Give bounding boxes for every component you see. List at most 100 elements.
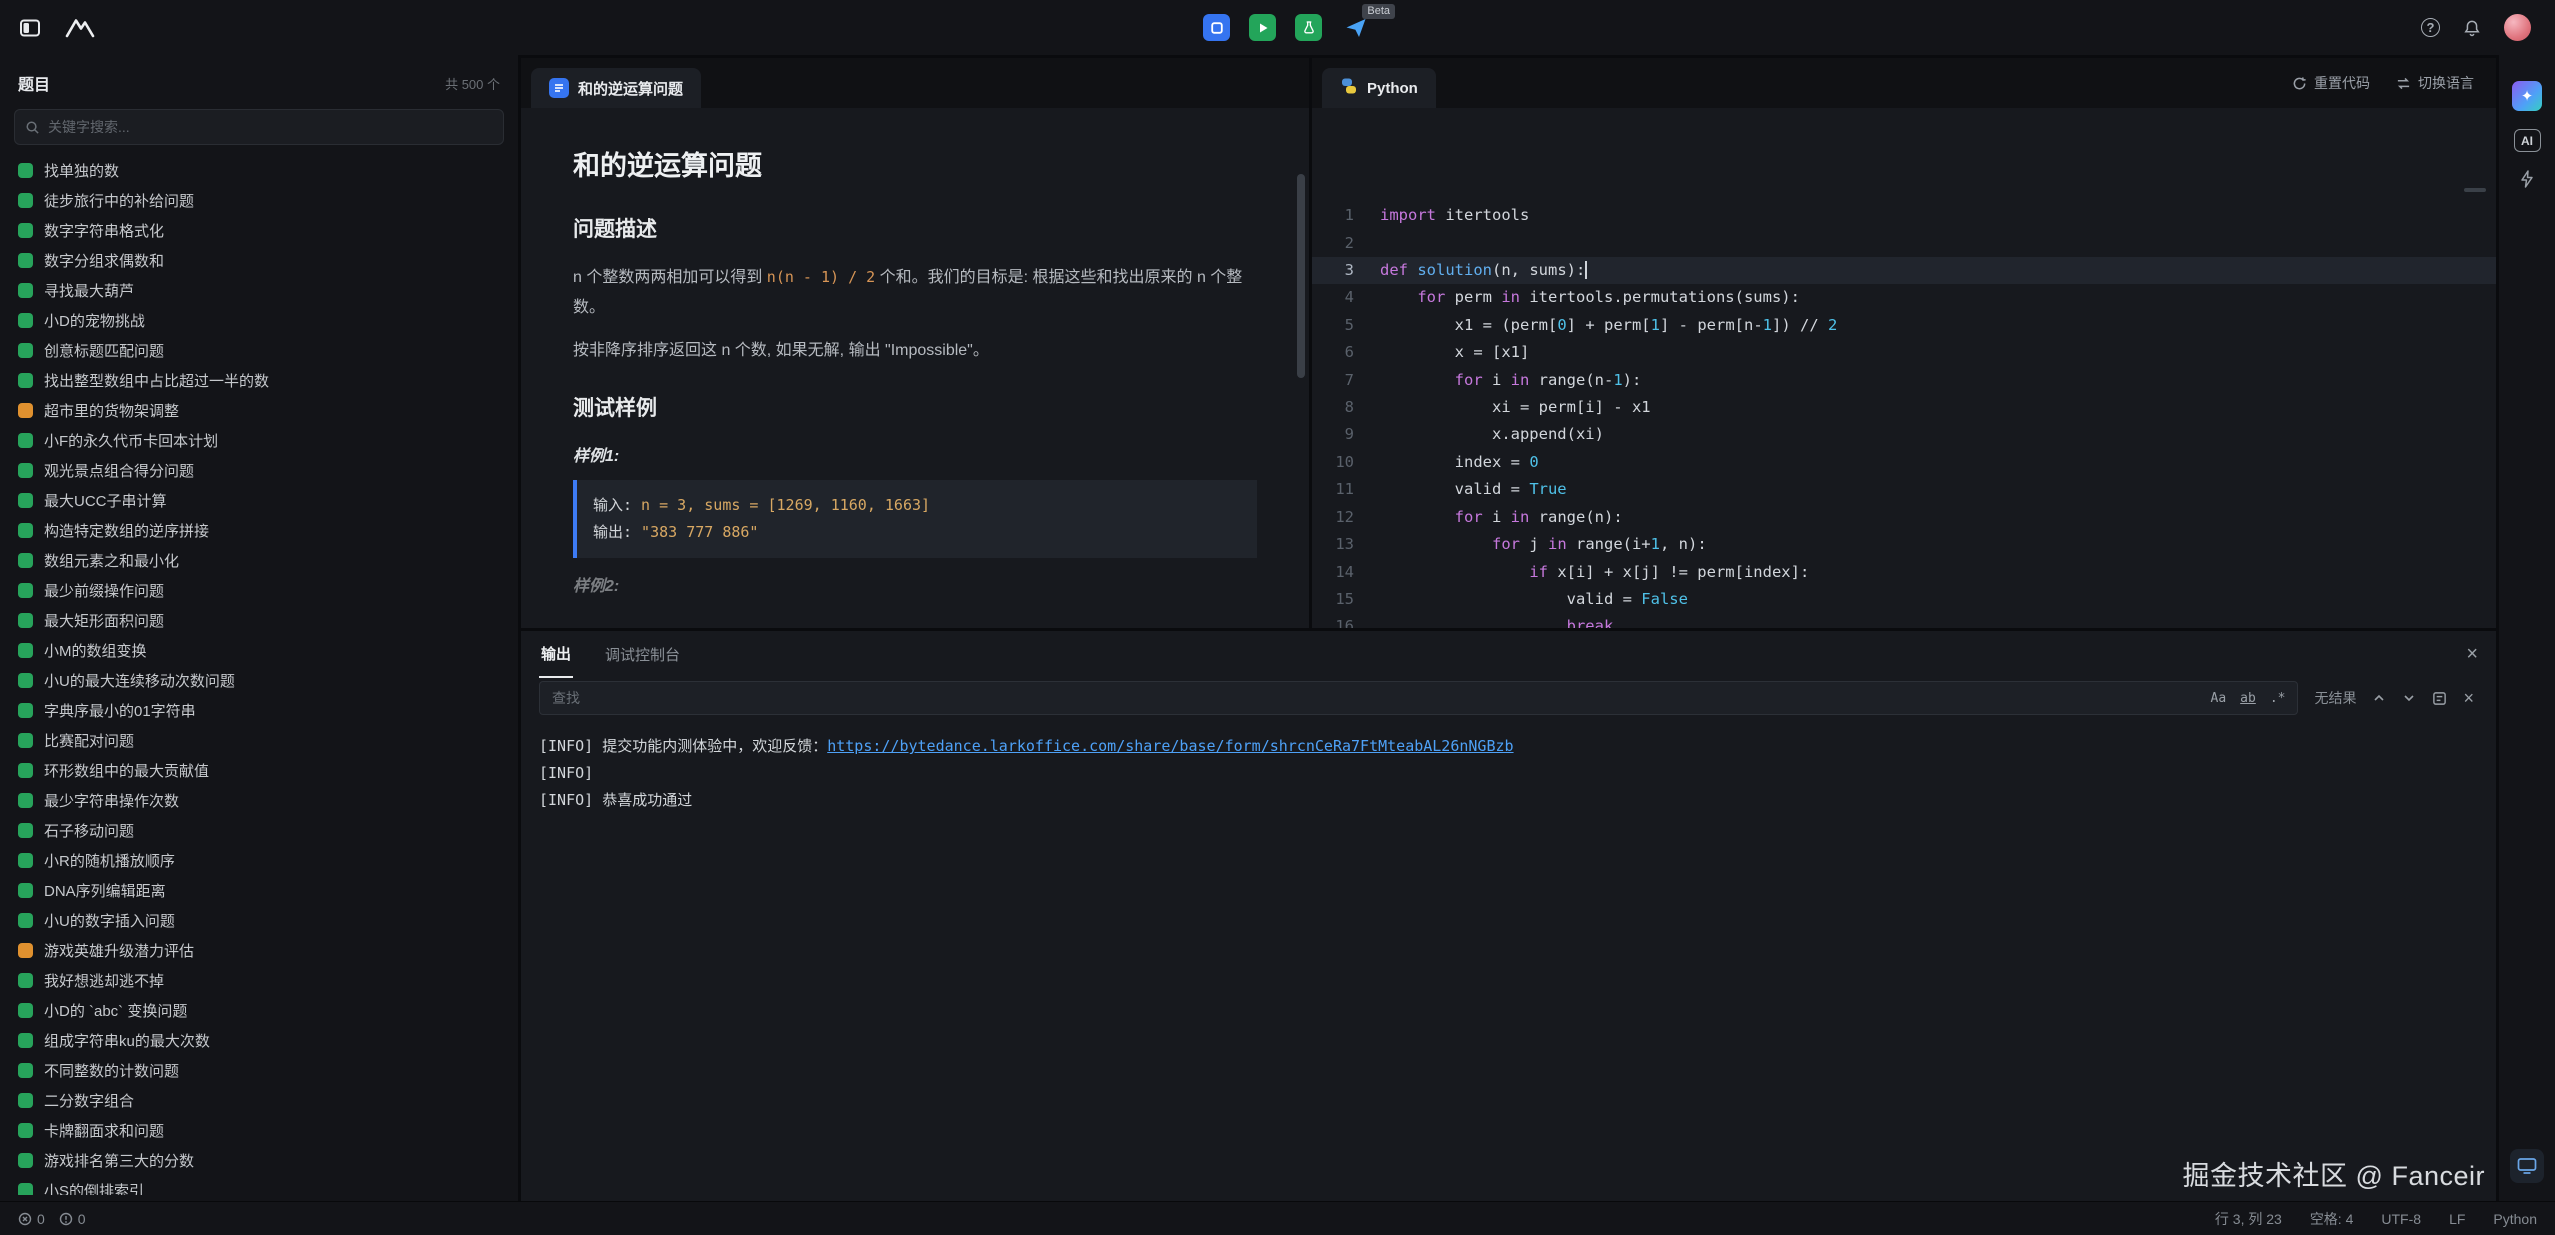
problem-item-label: 不同整数的计数问题 xyxy=(44,1060,179,1081)
code-line[interactable]: 12 for i in range(n): xyxy=(1312,504,2496,531)
match-case-toggle[interactable]: Aa xyxy=(2211,691,2227,706)
problem-list-item[interactable]: 小S的倒排索引 xyxy=(0,1175,518,1195)
code-line[interactable]: 8 xi = perm[i] - x1 xyxy=(1312,394,2496,421)
problem-list-item[interactable]: 找单独的数 xyxy=(0,155,518,185)
code-line[interactable]: 4 for perm in itertools.permutations(sum… xyxy=(1312,284,2496,311)
reset-code-button[interactable]: 重置代码 xyxy=(2292,73,2370,93)
close-find-icon[interactable]: × xyxy=(2463,688,2474,709)
debug-button[interactable] xyxy=(1203,14,1230,41)
help-icon[interactable]: ? xyxy=(2421,18,2440,37)
find-input[interactable] xyxy=(552,690,2197,706)
notifications-bell-icon[interactable] xyxy=(2462,18,2482,38)
problem-list-item[interactable]: 卡牌翻面求和问题 xyxy=(0,1115,518,1145)
problem-list-item[interactable]: 二分数字组合 xyxy=(0,1085,518,1115)
run-button[interactable] xyxy=(1249,14,1276,41)
code-line[interactable]: 10 index = 0 xyxy=(1312,449,2496,476)
problem-list-item[interactable]: 最少字符串操作次数 xyxy=(0,785,518,815)
find-previous-icon[interactable] xyxy=(2372,691,2386,705)
code-line[interactable]: 2 xyxy=(1312,230,2496,257)
whole-word-toggle[interactable]: ab xyxy=(2240,691,2256,706)
editor-code[interactable]: 1import itertools23def solution(n, sums)… xyxy=(1312,108,2496,628)
run-tests-button[interactable] xyxy=(1295,14,1322,41)
ai-assistant-icon[interactable]: ✦ xyxy=(2512,81,2542,111)
problem-list-item[interactable]: 游戏排名第三大的分数 xyxy=(0,1145,518,1175)
search-input[interactable] xyxy=(48,119,493,135)
close-panel-icon[interactable]: × xyxy=(2466,644,2478,664)
editor-scrollbar[interactable] xyxy=(2464,188,2486,192)
indentation-setting[interactable]: 空格: 4 xyxy=(2310,1209,2354,1229)
find-row: Aa ab .* 无结果 × xyxy=(539,681,2478,715)
app-logo-icon[interactable] xyxy=(64,16,96,40)
problem-list-item[interactable]: 不同整数的计数问题 xyxy=(0,1055,518,1085)
code-line[interactable]: 14 if x[i] + x[j] != perm[index]: xyxy=(1312,559,2496,586)
user-avatar[interactable] xyxy=(2504,14,2531,41)
problem-list-item[interactable]: 环形数组中的最大贡献值 xyxy=(0,755,518,785)
language-mode[interactable]: Python xyxy=(2493,1211,2537,1227)
problem-list-item[interactable]: 小U的最大连续移动次数问题 xyxy=(0,665,518,695)
line-number: 13 xyxy=(1312,531,1380,558)
code-line[interactable]: 7 for i in range(n-1): xyxy=(1312,367,2496,394)
problem-list-item[interactable]: 字典序最小的01字符串 xyxy=(0,695,518,725)
switch-language-button[interactable]: 切换语言 xyxy=(2396,73,2474,93)
warning-count[interactable]: 0 xyxy=(59,1211,86,1227)
problem-list-item[interactable]: 观光景点组合得分问题 xyxy=(0,455,518,485)
find-next-icon[interactable] xyxy=(2402,691,2416,705)
code-line[interactable]: 3def solution(n, sums): xyxy=(1312,257,2496,284)
problem-list: 找单独的数徒步旅行中的补给问题数字字符串格式化数字分组求偶数和寻找最大葫芦小D的… xyxy=(0,155,518,1195)
code-line[interactable]: 15 valid = False xyxy=(1312,586,2496,613)
code-line[interactable]: 11 valid = True xyxy=(1312,476,2496,503)
problem-list-item[interactable]: DNA序列编辑距离 xyxy=(0,875,518,905)
problem-list-item[interactable]: 小D的宠物挑战 xyxy=(0,305,518,335)
log-link[interactable]: https://bytedance.larkoffice.com/share/b… xyxy=(827,737,1513,755)
error-count[interactable]: 0 xyxy=(18,1211,45,1227)
problem-list-item[interactable]: 小D的 `abc` 变换问题 xyxy=(0,995,518,1025)
language-tab[interactable]: Python xyxy=(1322,68,1436,108)
problem-list-item[interactable]: 徒步旅行中的补给问题 xyxy=(0,185,518,215)
problem-list-item[interactable]: 小M的数组变换 xyxy=(0,635,518,665)
encoding-setting[interactable]: UTF-8 xyxy=(2381,1211,2421,1227)
find-in-selection-icon[interactable] xyxy=(2432,691,2447,706)
cursor-position[interactable]: 行 3, 列 23 xyxy=(2215,1209,2282,1229)
problem-list-item[interactable]: 数字分组求偶数和 xyxy=(0,245,518,275)
problem-list-item[interactable]: 找出整型数组中占比超过一半的数 xyxy=(0,365,518,395)
problem-list-item[interactable]: 构造特定数组的逆序拼接 xyxy=(0,515,518,545)
code-line[interactable]: 13 for j in range(i+1, n): xyxy=(1312,531,2496,558)
problem-list-item[interactable]: 最大UCC子串计算 xyxy=(0,485,518,515)
problem-list-item[interactable]: 石子移动问题 xyxy=(0,815,518,845)
problem-list-item[interactable]: 最少前缀操作问题 xyxy=(0,575,518,605)
problem-list-item[interactable]: 比赛配对问题 xyxy=(0,725,518,755)
eol-setting[interactable]: LF xyxy=(2449,1211,2465,1227)
difficulty-icon xyxy=(18,1123,33,1138)
code-line[interactable]: 5 x1 = (perm[0] + perm[1] - perm[n-1]) /… xyxy=(1312,312,2496,339)
ai-badge[interactable]: AI xyxy=(2514,129,2541,152)
code-line[interactable]: 6 x = [x1] xyxy=(1312,339,2496,366)
device-preview-icon[interactable] xyxy=(2510,1149,2544,1183)
problem-list-item[interactable]: 组成字符串ku的最大次数 xyxy=(0,1025,518,1055)
problem-tab[interactable]: 和的逆运算问题 xyxy=(531,68,701,108)
find-input-box[interactable]: Aa ab .* xyxy=(539,681,2298,715)
code-line[interactable]: 16 break xyxy=(1312,613,2496,628)
problem-list-item[interactable]: 数组元素之和最小化 xyxy=(0,545,518,575)
problem-list-item[interactable]: 我好想逃却逃不掉 xyxy=(0,965,518,995)
search-box[interactable] xyxy=(14,109,504,145)
problem-list-item[interactable]: 寻找最大葫芦 xyxy=(0,275,518,305)
problem-list-item[interactable]: 游戏英雄升级潜力评估 xyxy=(0,935,518,965)
code-line[interactable]: 1import itertools xyxy=(1312,202,2496,229)
problem-list-item[interactable]: 小R的随机播放顺序 xyxy=(0,845,518,875)
regex-toggle[interactable]: .* xyxy=(2270,691,2286,706)
problem-list-item[interactable]: 创意标题匹配问题 xyxy=(0,335,518,365)
description-scrollbar[interactable] xyxy=(1297,174,1305,378)
sidebar-toggle-icon[interactable] xyxy=(18,16,42,40)
problem-list-item[interactable]: 超市里的货物架调整 xyxy=(0,395,518,425)
code-line[interactable]: 9 x.append(xi) xyxy=(1312,421,2496,448)
sample-2-label: 样例2: xyxy=(573,572,1257,596)
difficulty-icon xyxy=(18,853,33,868)
problem-list-item[interactable]: 小U的数字插入问题 xyxy=(0,905,518,935)
tab-output[interactable]: 输出 xyxy=(539,631,573,678)
submit-button[interactable]: Beta xyxy=(1341,13,1371,43)
tab-debug-console[interactable]: 调试控制台 xyxy=(603,632,682,677)
problem-list-item[interactable]: 小F的永久代币卡回本计划 xyxy=(0,425,518,455)
problem-list-item[interactable]: 最大矩形面积问题 xyxy=(0,605,518,635)
lightning-icon[interactable] xyxy=(2519,170,2535,188)
problem-list-item[interactable]: 数字字符串格式化 xyxy=(0,215,518,245)
